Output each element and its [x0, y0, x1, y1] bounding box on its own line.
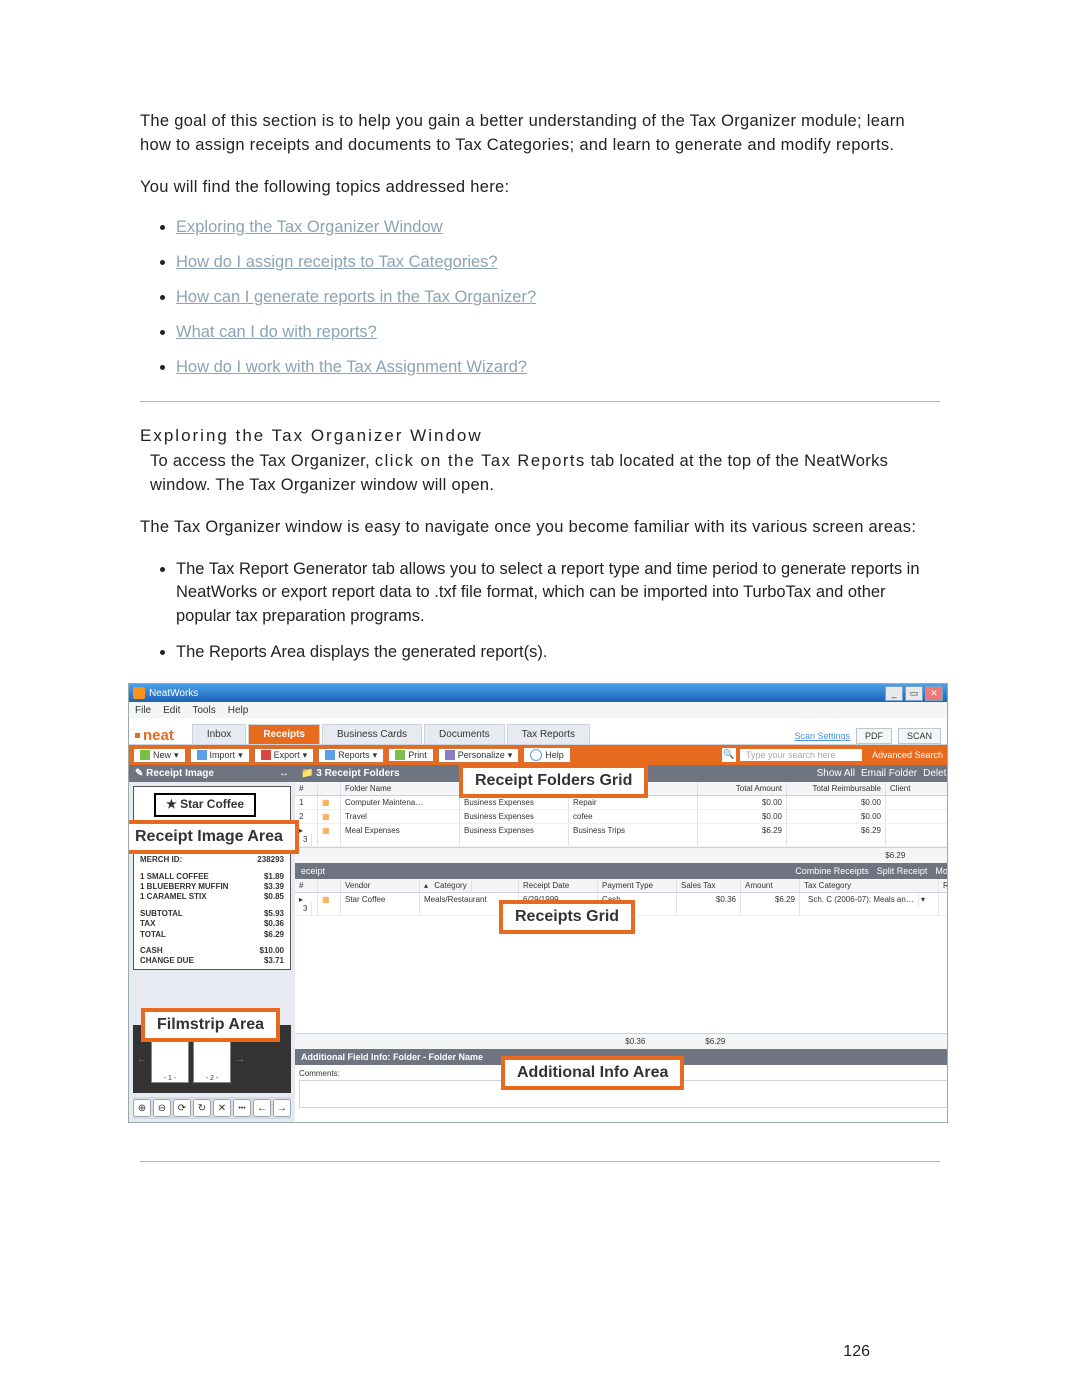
tab-receipts[interactable]: Receipts [248, 724, 320, 744]
bullet-list: The Tax Report Generator tab allows you … [176, 558, 940, 666]
toolbar-new[interactable]: New ▾ [133, 748, 186, 763]
folders-delete[interactable]: Delete [923, 768, 948, 779]
toolbar: New ▾ Import ▾ Export ▾ Reports ▾ Print … [129, 745, 947, 765]
search-input[interactable]: Type your search here [740, 749, 862, 761]
app-title: NeatWorks [149, 688, 198, 699]
screenshot: NeatWorks _ ▭ ✕ File Edit Tools Help nea… [128, 683, 948, 1123]
folders-totals: $6.29$6.29 [295, 847, 948, 863]
brand-logo: neat [135, 727, 174, 744]
section-heading: Exploring the Tax Organizer Window [140, 426, 940, 446]
callout-folders-grid: Receipt Folders Grid [459, 764, 648, 798]
window-title-bar: NeatWorks _ ▭ ✕ [129, 684, 947, 702]
table-row[interactable]: ▸ 3▦ Meal ExpensesBusiness Expenses Busi… [295, 824, 948, 847]
advanced-search-link[interactable]: Advanced Search [872, 750, 943, 760]
topics-list: Exploring the Tax Organizer Window How d… [176, 218, 940, 377]
collapse-icon[interactable]: ↔ [279, 768, 289, 779]
receipt-image-area: ★ Star Coffee JUNE 28, 200809:12AM MERCH… [133, 786, 291, 970]
section-paragraph: To access the Tax Organizer, click on th… [150, 450, 940, 498]
callout-filmstrip: Filmstrip Area [141, 1008, 280, 1042]
topic-link[interactable]: How do I work with the Tax Assignment Wi… [176, 358, 527, 376]
page-number: 126 [843, 1343, 870, 1361]
tool-remove-icon[interactable]: ⊖ [153, 1099, 171, 1117]
folders-show-all[interactable]: Show All [817, 768, 855, 779]
folders-email[interactable]: Email Folder [861, 768, 917, 779]
move-receipt[interactable]: Move [935, 866, 948, 876]
toolbar-personalize[interactable]: Personalize ▾ [438, 748, 520, 763]
section-paragraph: The Tax Organizer window is easy to navi… [140, 516, 940, 540]
filmstrip-next[interactable]: → [235, 1054, 245, 1065]
pdf-button[interactable]: PDF [856, 728, 892, 744]
receipt-image-header: ✎ Receipt Image↔ [129, 765, 295, 782]
topic-link[interactable]: What can I do with reports? [176, 323, 377, 341]
tab-documents[interactable]: Documents [424, 724, 505, 744]
toolbar-reports[interactable]: Reports ▾ [318, 748, 384, 763]
tab-business-cards[interactable]: Business Cards [322, 724, 422, 744]
scan-settings-link[interactable]: Scan Settings [794, 731, 850, 741]
table-row[interactable]: 2▦ TravelBusiness Expenses cofee$0.00 $0… [295, 810, 948, 824]
folders-grid[interactable]: 1▦ Computer Maintena…Business Expenses R… [295, 796, 948, 847]
divider [140, 1161, 940, 1162]
divider [140, 401, 940, 402]
callout-receipts-grid: Receipts Grid [499, 900, 635, 934]
toolbar-export[interactable]: Export ▾ [254, 748, 315, 763]
tab-inbox[interactable]: Inbox [192, 724, 246, 744]
toolbar-print[interactable]: Print [388, 748, 434, 762]
menu-bar: File Edit Tools Help [129, 702, 947, 718]
menu-edit[interactable]: Edit [163, 705, 180, 716]
receipts-columns: # Vendor▴ Category Receipt DatePayment T… [295, 879, 948, 893]
tool-forward-icon[interactable]: → [273, 1099, 291, 1117]
topic-link[interactable]: How can I generate reports in the Tax Or… [176, 288, 536, 306]
receipts-totals: $0.36 $6.29 $6.29 [295, 1033, 948, 1049]
callout-additional-info: Additional Info Area [501, 1056, 684, 1090]
topics-lead: You will find the following topics addre… [140, 176, 940, 200]
callout-receipt-image: Receipt Image Area [128, 820, 299, 854]
tab-tax-reports[interactable]: Tax Reports [507, 724, 590, 744]
tool-back-icon[interactable]: ← [253, 1099, 271, 1117]
tool-close-icon[interactable]: ✕ [213, 1099, 231, 1117]
document-page: The goal of this section is to help you … [0, 0, 1080, 1397]
minimize-button[interactable]: _ [885, 686, 903, 701]
toolbar-import[interactable]: Import ▾ [190, 748, 250, 763]
left-pane: ✎ Receipt Image↔ ★ Star Coffee JUNE 28, … [129, 765, 295, 1123]
tool-refresh-icon[interactable]: ⟳ [173, 1099, 191, 1117]
bullet-item: The Reports Area displays the generated … [176, 641, 940, 665]
filmstrip-tools: ⊕ ⊖ ⟳ ↻ ✕ ••• ← → [133, 1097, 291, 1119]
table-row[interactable]: 1▦ Computer Maintena…Business Expenses R… [295, 796, 948, 810]
tool-more-icon[interactable]: ••• [233, 1099, 251, 1117]
filmstrip-prev[interactable]: ← [137, 1054, 147, 1065]
topic-link[interactable]: Exploring the Tax Organizer Window [176, 218, 443, 236]
tabs-row: neat Inbox Receipts Business Cards Docum… [129, 718, 947, 745]
app-icon [133, 687, 145, 699]
menu-file[interactable]: File [135, 705, 151, 716]
filmstrip-thumb[interactable]: - 2 - [193, 1035, 231, 1083]
maximize-button[interactable]: ▭ [905, 686, 923, 701]
toolbar-help[interactable]: Help [523, 747, 571, 763]
menu-help[interactable]: Help [228, 705, 249, 716]
bullet-item: The Tax Report Generator tab allows you … [176, 558, 940, 630]
topic-link[interactable]: How do I assign receipts to Tax Categori… [176, 253, 498, 271]
tool-rotate-icon[interactable]: ↻ [193, 1099, 211, 1117]
combine-receipts[interactable]: Combine Receipts [795, 866, 869, 876]
intro-paragraph: The goal of this section is to help you … [140, 110, 940, 158]
tool-add-icon[interactable]: ⊕ [133, 1099, 151, 1117]
scan-button[interactable]: SCAN [898, 728, 941, 744]
menu-tools[interactable]: Tools [192, 705, 215, 716]
filmstrip-thumb[interactable]: - 1 - [151, 1035, 189, 1083]
close-button[interactable]: ✕ [925, 686, 943, 701]
split-receipt[interactable]: Split Receipt [877, 866, 928, 876]
search-icon[interactable]: 🔍 [722, 748, 736, 762]
receipts-actions: eceipt Combine Receipts Split Receipt Mo… [295, 863, 948, 879]
